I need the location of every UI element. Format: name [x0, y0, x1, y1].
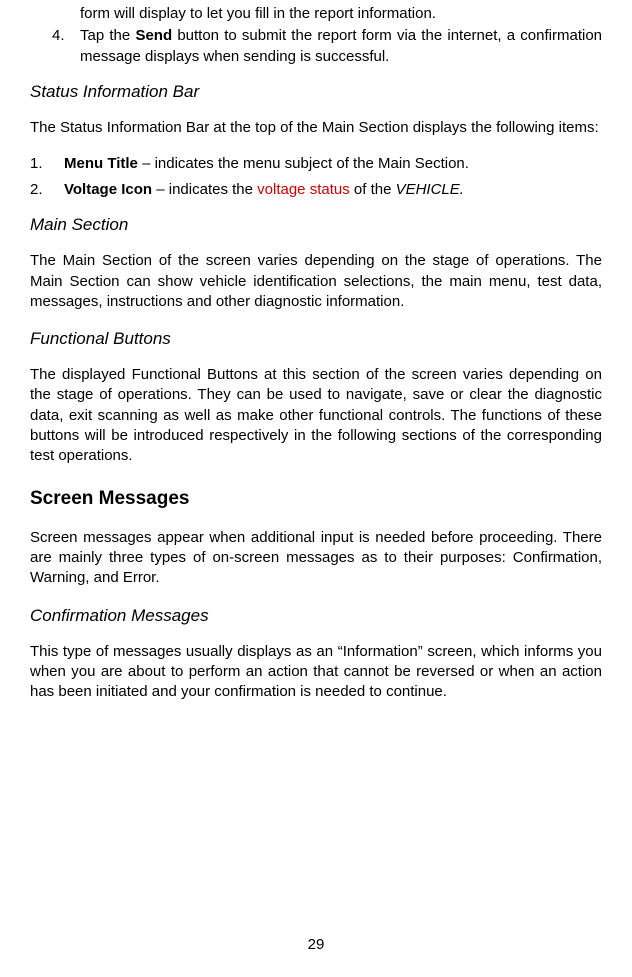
- text: – indicates the menu subject of the Main…: [138, 155, 469, 172]
- list-item-1: 1. Menu Title – indicates the menu subje…: [30, 154, 602, 174]
- text: of the: [350, 181, 396, 198]
- paragraph: This type of messages usually displays a…: [30, 642, 602, 703]
- heading-status-info-bar: Status Information Bar: [30, 81, 602, 104]
- heading-main-section: Main Section: [30, 214, 602, 237]
- heading-screen-messages: Screen Messages: [30, 486, 602, 512]
- list-number: 1.: [30, 154, 64, 174]
- continuation-line: form will display to let you fill in the…: [80, 4, 602, 24]
- list-item-4: 4. Tap the Send button to submit the rep…: [30, 26, 602, 67]
- bold-text: Send: [135, 27, 172, 44]
- list-number: 2.: [30, 180, 64, 200]
- red-text: voltage status: [257, 181, 350, 198]
- bold-text: Menu Title: [64, 155, 138, 172]
- paragraph: The displayed Functional Buttons at this…: [30, 365, 602, 466]
- list-body: Voltage Icon – indicates the voltage sta…: [64, 180, 602, 200]
- heading-functional-buttons: Functional Buttons: [30, 328, 602, 351]
- list-number: 4.: [30, 26, 80, 67]
- italic-text: VEHICLE.: [396, 181, 464, 198]
- text: Tap the: [80, 27, 135, 44]
- list-body: Menu Title – indicates the menu subject …: [64, 154, 602, 174]
- page-number: 29: [0, 935, 632, 955]
- paragraph: Screen messages appear when additional i…: [30, 528, 602, 589]
- paragraph: The Main Section of the screen varies de…: [30, 251, 602, 312]
- heading-confirmation-messages: Confirmation Messages: [30, 605, 602, 628]
- list-item-2: 2. Voltage Icon – indicates the voltage …: [30, 180, 602, 200]
- list-body: Tap the Send button to submit the report…: [80, 26, 602, 67]
- text: – indicates the: [152, 181, 257, 198]
- paragraph: The Status Information Bar at the top of…: [30, 118, 602, 138]
- bold-text: Voltage Icon: [64, 181, 152, 198]
